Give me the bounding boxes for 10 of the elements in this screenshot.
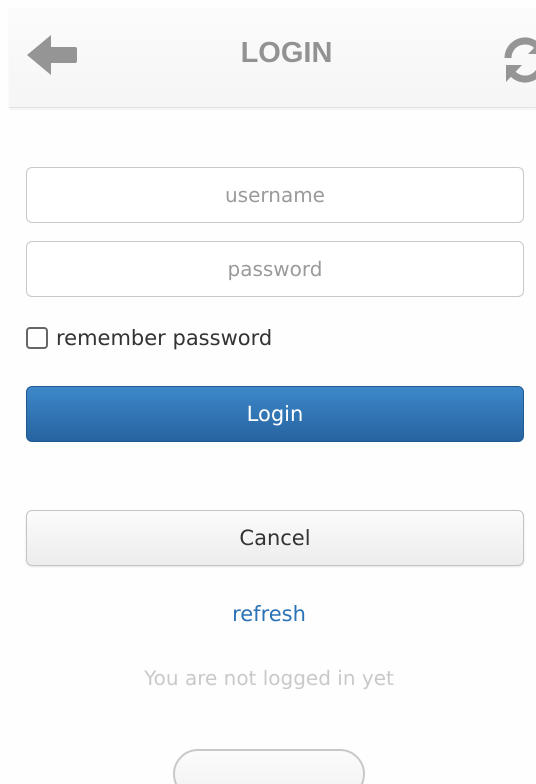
password-field[interactable]: password <box>26 241 524 297</box>
login-button[interactable]: Login <box>26 386 524 442</box>
username-field[interactable]: username <box>26 167 524 223</box>
cancel-button[interactable]: Cancel <box>26 510 524 566</box>
remember-label: remember password <box>56 326 272 350</box>
page-title: LOGIN <box>240 37 332 70</box>
remember-checkbox[interactable] <box>26 327 48 349</box>
refresh-link[interactable]: refresh <box>232 602 306 626</box>
partial-button[interactable] <box>173 749 365 784</box>
back-arrow-icon[interactable] <box>27 34 77 74</box>
